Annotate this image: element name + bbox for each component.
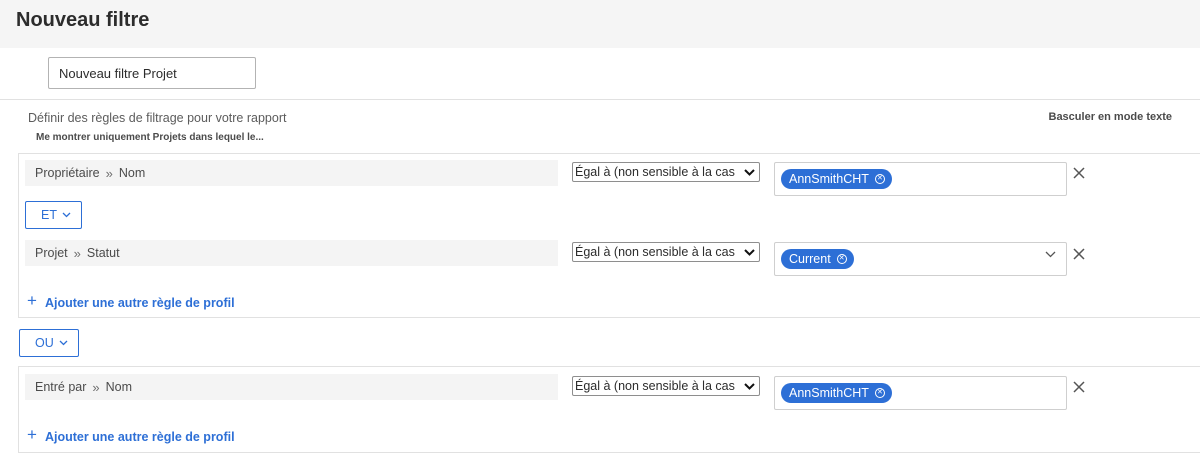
operator-select[interactable]: Égal à (non sensible à la cas	[572, 162, 760, 182]
add-rule-button[interactable]: + Ajouter une autre règle de profil	[27, 425, 235, 445]
plus-icon: +	[27, 291, 37, 310]
and-label: ET	[41, 208, 57, 222]
chevron-down-icon	[741, 378, 757, 394]
rule-object-label: Projet	[35, 246, 68, 260]
chip-remove-icon[interactable]: ✕	[874, 174, 885, 184]
chevron-down-icon	[62, 212, 71, 218]
operator-select[interactable]: Égal à (non sensible à la cas	[572, 376, 760, 396]
add-rule-label: Ajouter une autre règle de profil	[44, 295, 235, 310]
operator-value: Égal à (non sensible à la cas	[575, 245, 735, 259]
rule-object-label: Entré par	[35, 380, 87, 394]
chevron-down-icon	[741, 164, 757, 180]
and-toggle-button[interactable]: ET	[25, 201, 82, 229]
operator-select[interactable]: Égal à (non sensible à la cas	[572, 242, 760, 262]
remove-rule-icon[interactable]	[1072, 247, 1086, 261]
rule-field-picker[interactable]: Projet » Statut	[25, 240, 558, 266]
rule-field-label: Nom	[118, 166, 146, 180]
value-chip-label: Current	[789, 252, 831, 266]
value-chip-label: AnnSmithCHT	[789, 386, 869, 400]
chip-remove-icon[interactable]: ✕	[874, 388, 885, 398]
add-rule-button[interactable]: + Ajouter une autre règle de profil	[27, 291, 235, 311]
value-chip: AnnSmithCHT ✕	[781, 383, 892, 403]
rule-field-label: Statut	[86, 246, 120, 260]
chevron-down-icon	[741, 244, 757, 260]
operator-value: Égal à (non sensible à la cas	[575, 165, 735, 179]
rule-field-label: Nom	[105, 380, 133, 394]
or-toggle-button[interactable]: OU	[19, 329, 79, 357]
value-input[interactable]: AnnSmithCHT ✕	[774, 376, 1067, 410]
or-label: OU	[35, 336, 54, 350]
value-chip: AnnSmithCHT ✕	[781, 169, 892, 189]
value-chip: Current ✕	[781, 249, 854, 269]
value-input[interactable]: AnnSmithCHT ✕	[774, 162, 1067, 196]
remove-rule-icon[interactable]	[1072, 166, 1086, 180]
chip-remove-icon[interactable]: ✕	[836, 254, 847, 264]
filter-name-input[interactable]	[48, 57, 256, 89]
double-chevron-right-icon: »	[92, 379, 100, 395]
value-chip-label: AnnSmithCHT	[789, 172, 869, 186]
toggle-text-mode-link[interactable]: Basculer en mode texte	[1049, 111, 1173, 123]
rule-field-picker[interactable]: Entré par » Nom	[25, 374, 558, 400]
rules-subtitle: Me montrer uniquement Projets dans leque…	[36, 132, 264, 143]
add-rule-label: Ajouter une autre règle de profil	[44, 429, 235, 444]
rule-object-label: Propriétaire	[35, 166, 100, 180]
chevron-down-icon[interactable]	[1045, 251, 1056, 258]
page-title: Nouveau filtre	[16, 9, 150, 31]
remove-rule-icon[interactable]	[1072, 380, 1086, 394]
operator-value: Égal à (non sensible à la cas	[575, 379, 735, 393]
chevron-down-icon	[59, 340, 68, 346]
divider	[0, 99, 1200, 100]
value-select[interactable]: Current ✕	[774, 242, 1067, 276]
plus-icon: +	[27, 425, 37, 444]
double-chevron-right-icon: »	[73, 245, 81, 261]
double-chevron-right-icon: »	[105, 165, 113, 181]
rule-field-picker[interactable]: Propriétaire » Nom	[25, 160, 558, 186]
rules-define-label: Définir des règles de filtrage pour votr…	[28, 111, 287, 125]
page-header: Nouveau filtre	[0, 0, 1200, 48]
